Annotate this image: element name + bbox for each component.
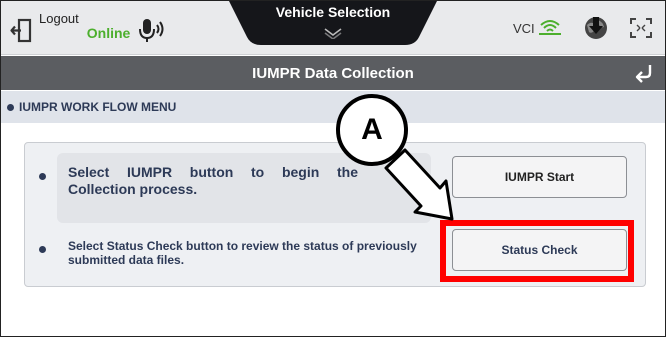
logout-icon[interactable]	[9, 17, 33, 45]
callout-label: A	[361, 113, 383, 146]
vehicle-selection-title: Vehicle Selection	[275, 4, 391, 20]
row1-instruction: Select IUMPR button to begin the Collect…	[68, 164, 358, 197]
top-bar-left: Logout Online	[9, 11, 166, 45]
microphone-icon[interactable]	[136, 16, 166, 44]
status-check-highlight-box	[440, 220, 634, 282]
page-title: IUMPR Data Collection	[252, 65, 414, 82]
row2-bullet	[39, 246, 46, 253]
app-window: Logout Online Vehicle Selection VCI IUMP…	[0, 0, 666, 337]
fullscreen-icon[interactable]	[629, 17, 653, 39]
header-bullet	[7, 104, 14, 111]
top-bar: Logout Online Vehicle Selection VCI	[1, 1, 665, 55]
globe-download-icon[interactable]	[583, 15, 609, 41]
wifi-icon	[539, 20, 561, 35]
logout-label[interactable]: Logout	[39, 11, 79, 26]
title-bar: IUMPR Data Collection	[1, 56, 665, 90]
online-status: Online	[86, 25, 131, 41]
chevron-down-icon[interactable]	[321, 27, 345, 39]
vehicle-selection-tab[interactable]: Vehicle Selection	[229, 1, 437, 45]
back-arrow-icon[interactable]	[633, 62, 655, 84]
row1-bullet	[39, 173, 46, 180]
iumpr-start-button[interactable]: IUMPR Start	[452, 156, 627, 198]
workflow-menu-title: IUMPR WORK FLOW MENU	[19, 100, 177, 114]
row2-instruction: Select Status Check button to review the…	[68, 239, 417, 267]
workflow-menu-header: IUMPR WORK FLOW MENU	[1, 91, 665, 123]
vci-label: VCI	[513, 21, 535, 36]
